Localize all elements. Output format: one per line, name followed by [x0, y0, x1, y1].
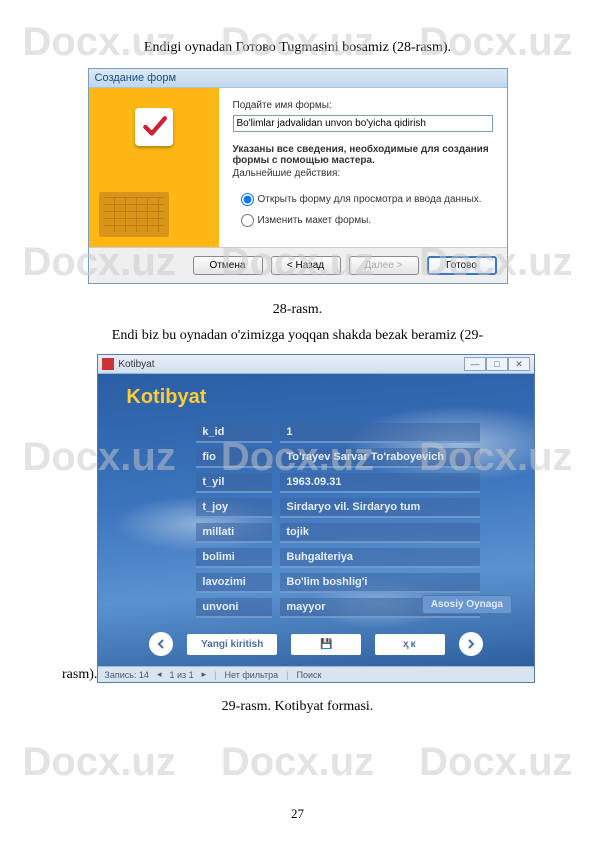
checkmark-icon: [135, 108, 173, 146]
radio-open-form-input[interactable]: [241, 193, 254, 206]
form-wizard-dialog: Создание форм Подайте имя формы: Указаны…: [88, 68, 508, 284]
field-label: t_joy: [196, 498, 272, 518]
status-position: 1 из 1: [169, 670, 193, 680]
field-label: t_yil: [196, 473, 272, 493]
prev-record-button[interactable]: [149, 632, 173, 656]
field-label: k_id: [196, 423, 272, 443]
window-title: Kotibyat: [114, 359, 464, 370]
radio-edit-layout-label: Изменить макет формы.: [258, 215, 372, 226]
status-bar: Запись: 14 ◂ 1 из 1 ▸ | Нет фильтра | По…: [98, 666, 534, 682]
dialog-titlebar: Создание форм: [89, 69, 507, 88]
chevron-right-icon: [466, 639, 476, 649]
finish-button[interactable]: Готово: [427, 256, 497, 275]
page-number: 27: [0, 806, 595, 822]
new-entry-button[interactable]: Yangi kiritish: [187, 634, 277, 655]
form-name-input[interactable]: [233, 115, 493, 132]
maximize-button[interactable]: □: [486, 357, 508, 371]
next-button: Далее >: [349, 256, 419, 275]
next-actions-label: Дальнейшие действия:: [233, 168, 493, 179]
chevron-left-icon: [156, 639, 166, 649]
wizard-sidebar: [89, 88, 219, 247]
nav-last-icon[interactable]: ▸: [202, 669, 207, 680]
caption-dialog1: Endigi oynadan Готово Tugmasini bosamiz …: [60, 40, 535, 56]
next-record-button[interactable]: [459, 632, 483, 656]
minimize-button[interactable]: —: [464, 357, 486, 371]
caption-rasm-suffix: rasm).: [62, 667, 97, 683]
field-value[interactable]: To'rayev Sarvar To'raboyevich: [280, 448, 480, 468]
caption-28rasm: 28-rasm.: [60, 302, 535, 318]
save-button[interactable]: 💾: [291, 634, 361, 655]
back-button[interactable]: < Назад: [271, 256, 341, 275]
sheet-icon: [99, 192, 169, 237]
field-label: millati: [196, 523, 272, 543]
main-window-button[interactable]: Asosiy Oynaga: [422, 595, 512, 614]
field-label: unvoni: [196, 598, 272, 618]
field-value[interactable]: 1: [280, 423, 480, 443]
form-name-label: Подайте имя формы:: [233, 100, 493, 111]
field-value[interactable]: Sirdaryo vil. Sirdaryo tum: [280, 498, 480, 518]
status-search[interactable]: Поиск: [297, 670, 322, 680]
status-filter: Нет фильтра: [225, 670, 279, 680]
field-label: fio: [196, 448, 272, 468]
cancel-button[interactable]: Отмена: [193, 256, 263, 275]
status-record-label: Запись: 14: [104, 670, 149, 680]
form-title: Kotibyat: [126, 386, 516, 409]
wizard-info-text: Указаны все сведения, необходимые для со…: [233, 144, 493, 166]
radio-open-form-label: Открыть форму для просмотра и ввода данн…: [258, 194, 482, 205]
field-value[interactable]: Buhgalteriya: [280, 548, 480, 568]
form-fields: k_id 1 fio To'rayev Sarvar To'raboyevich…: [196, 423, 516, 618]
nk-button[interactable]: ҳк: [375, 634, 445, 655]
field-label: bolimi: [196, 548, 272, 568]
field-value[interactable]: tojik: [280, 523, 480, 543]
close-button[interactable]: ✕: [508, 357, 530, 371]
nav-first-icon[interactable]: ◂: [157, 669, 162, 680]
caption-before-win2: Endi biz bu oynadan o'zimizga yoqqan sha…: [60, 328, 535, 344]
kotibyat-window: Kotibyat — □ ✕ Kotibyat k_id 1 fio To'ra…: [97, 354, 535, 683]
caption-29rasm: 29-rasm. Kotibyat formasi.: [60, 699, 535, 715]
app-icon: [102, 358, 114, 370]
field-value[interactable]: Bo'lim boshlig'i: [280, 573, 480, 593]
field-value[interactable]: 1963.09.31: [280, 473, 480, 493]
radio-edit-layout-input[interactable]: [241, 214, 254, 227]
radio-edit-layout[interactable]: Изменить макет формы.: [241, 214, 493, 227]
radio-open-form[interactable]: Открыть форму для просмотра и ввода данн…: [241, 193, 493, 206]
field-label: lavozimi: [196, 573, 272, 593]
